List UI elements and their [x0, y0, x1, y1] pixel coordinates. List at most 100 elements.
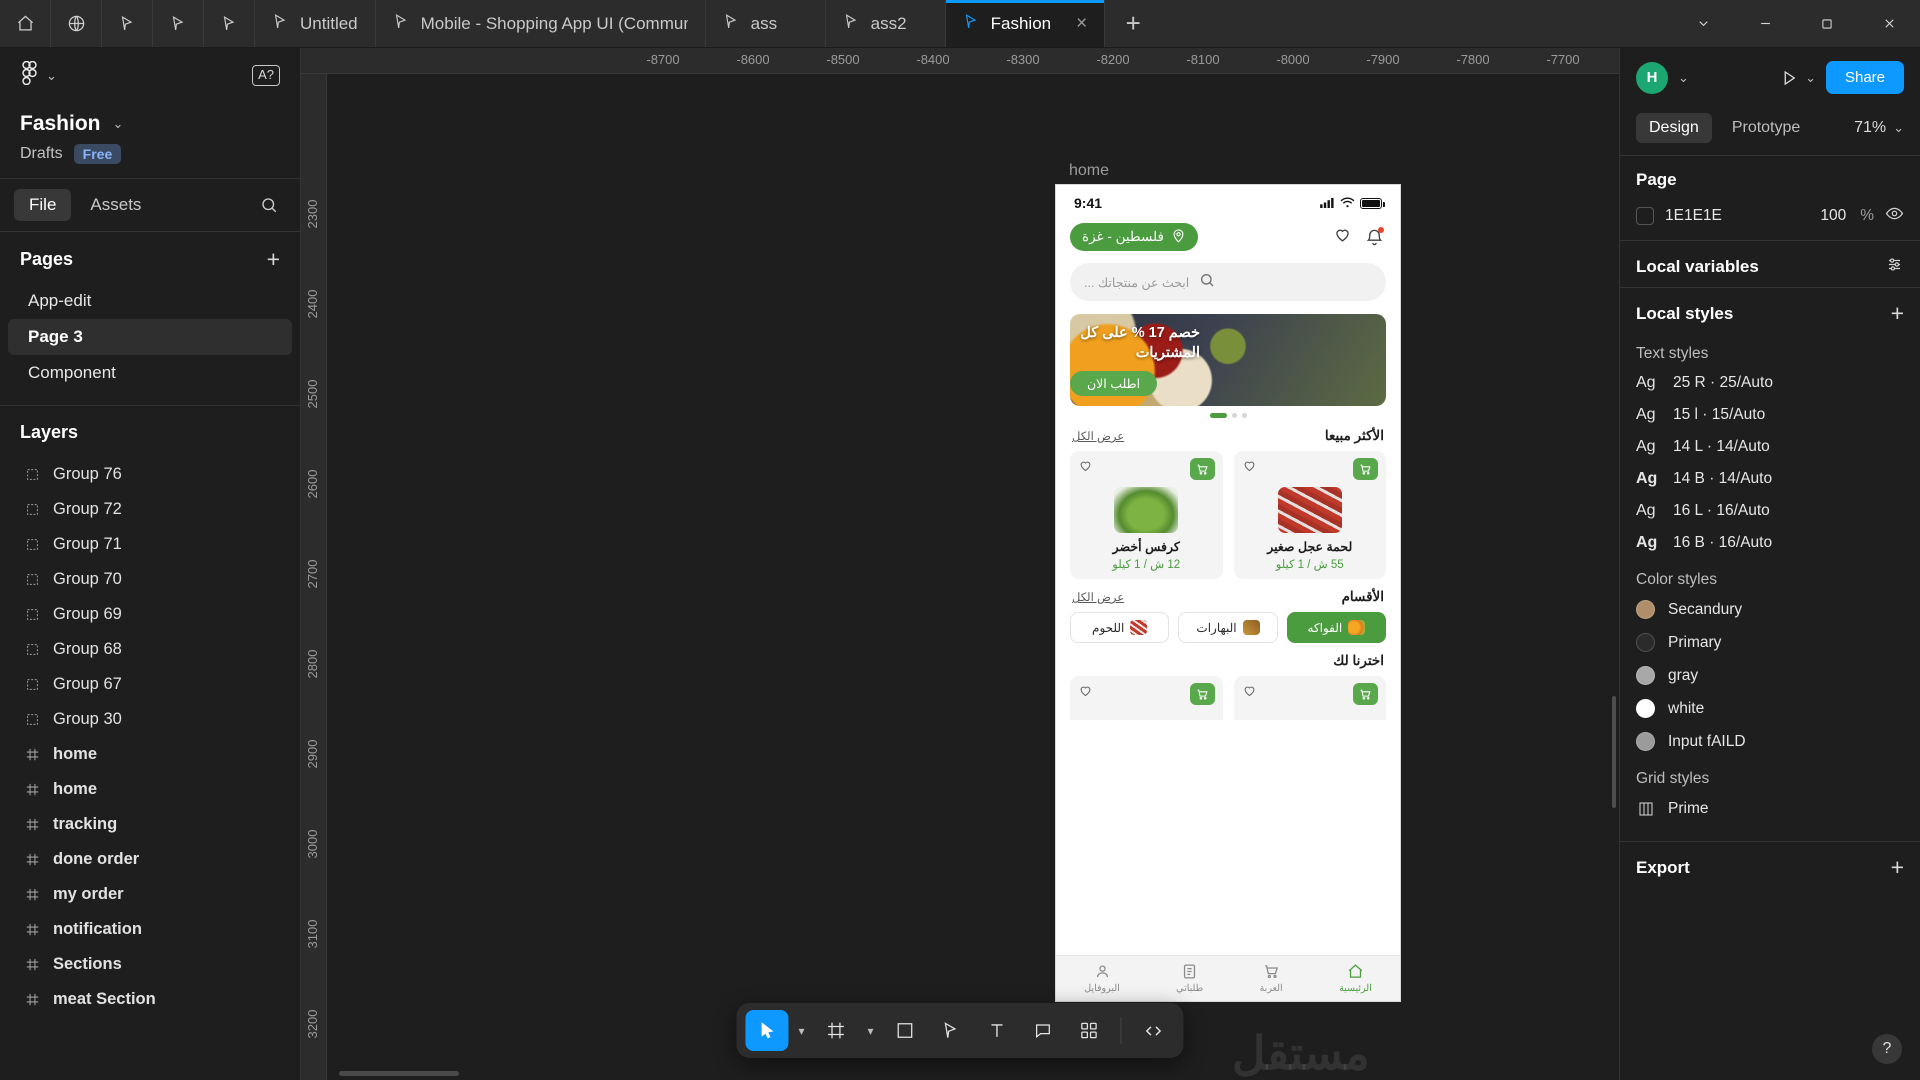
- text-style-item[interactable]: Ag 15 l · 15/Auto: [1620, 399, 1920, 431]
- chevron-down-icon[interactable]: ▾: [791, 1024, 811, 1038]
- canvas-horizontal-scrollbar[interactable]: [339, 1071, 459, 1076]
- page-item-component[interactable]: Component: [8, 355, 292, 391]
- local-variables-section[interactable]: Local variables: [1620, 241, 1920, 287]
- home-icon[interactable]: [0, 0, 51, 47]
- layer-row[interactable]: Group 69: [0, 597, 300, 632]
- color-style-item[interactable]: Input fAILD: [1620, 725, 1920, 758]
- tab-prototype[interactable]: Prototype: [1719, 113, 1813, 143]
- view-all-link[interactable]: عرض الكل: [1072, 429, 1124, 443]
- tab-assets[interactable]: Assets: [75, 189, 156, 221]
- figma-file-icon[interactable]: [102, 0, 153, 47]
- figma-file-icon[interactable]: [204, 0, 255, 47]
- avatar[interactable]: H: [1636, 61, 1668, 94]
- layer-row[interactable]: home: [0, 737, 300, 772]
- add-to-cart-button[interactable]: [1189, 683, 1215, 705]
- color-swatch[interactable]: [1636, 207, 1654, 225]
- add-export-button[interactable]: +: [1891, 856, 1904, 879]
- maximize-icon[interactable]: [1796, 17, 1858, 31]
- color-style-item[interactable]: Primary: [1620, 626, 1920, 659]
- order-now-button[interactable]: اطلب الان: [1070, 370, 1158, 396]
- tab-fashion[interactable]: Fashion ×: [945, 0, 1106, 47]
- color-style-item[interactable]: Secandury: [1620, 593, 1920, 626]
- page-color-hex[interactable]: 1E1E1E: [1665, 207, 1809, 225]
- color-style-item[interactable]: gray: [1620, 659, 1920, 692]
- view-all-link[interactable]: عرض الكل: [1072, 590, 1124, 604]
- minimize-icon[interactable]: [1734, 16, 1796, 31]
- search-icon[interactable]: [260, 196, 286, 214]
- heart-icon[interactable]: [1333, 225, 1352, 249]
- figma-logo-menu[interactable]: ⌄: [20, 60, 57, 90]
- product-card[interactable]: لحمة عجل صغير 55 ش / 1 كيلو: [1233, 451, 1386, 579]
- favorite-icon[interactable]: [1242, 458, 1257, 480]
- add-to-cart-button[interactable]: [1353, 683, 1378, 705]
- carousel-dot[interactable]: [1231, 413, 1237, 418]
- layer-row[interactable]: meat Section: [0, 982, 300, 1017]
- frame-name-label[interactable]: home: [1069, 162, 1109, 180]
- layer-row[interactable]: done order: [0, 842, 300, 877]
- zoom-control[interactable]: 71% ⌄: [1854, 119, 1904, 137]
- tab-ass[interactable]: ass: [706, 0, 826, 47]
- text-style-item[interactable]: Ag 14 L · 14/Auto: [1620, 431, 1920, 463]
- favorite-icon[interactable]: [1242, 683, 1257, 705]
- figma-file-icon[interactable]: [153, 0, 204, 47]
- search-input[interactable]: ابحث عن منتجاتك ...: [1070, 263, 1386, 301]
- page-item-page-3[interactable]: Page 3: [8, 319, 292, 355]
- carousel-dot[interactable]: [1241, 413, 1247, 418]
- bottom-nav-cart[interactable]: العربة: [1260, 963, 1283, 994]
- variables-icon[interactable]: [1885, 255, 1904, 279]
- category-chip-fruits[interactable]: الفواكه: [1286, 612, 1386, 643]
- text-tool[interactable]: [976, 1010, 1019, 1051]
- category-chip-meat[interactable]: اللحوم: [1070, 612, 1170, 643]
- bottom-nav-orders[interactable]: طلباتي: [1176, 963, 1203, 994]
- chevron-down-icon[interactable]: ▾: [861, 1024, 881, 1038]
- carousel-dot-active[interactable]: [1209, 413, 1227, 418]
- layer-row[interactable]: Group 71: [0, 527, 300, 562]
- phone-frame-home[interactable]: 9:41 فلسطين - غزة ابحث عن منتجاتك ... خص…: [1055, 184, 1401, 1002]
- color-style-item[interactable]: white: [1620, 692, 1920, 725]
- close-icon[interactable]: ×: [1076, 14, 1087, 33]
- text-style-item[interactable]: Ag 25 R · 25/Auto: [1620, 367, 1920, 399]
- help-button[interactable]: ?: [1872, 1034, 1902, 1064]
- grid-style-item[interactable]: Prime: [1620, 792, 1920, 825]
- layer-row[interactable]: Group 72: [0, 492, 300, 527]
- chevron-down-icon[interactable]: ⌄: [113, 116, 124, 132]
- close-icon[interactable]: [1858, 16, 1920, 31]
- layer-row[interactable]: notification: [0, 912, 300, 947]
- layer-row[interactable]: Group 67: [0, 667, 300, 702]
- chevron-down-icon[interactable]: [1672, 16, 1734, 31]
- pen-tool[interactable]: [930, 1010, 973, 1051]
- promo-banner[interactable]: خصم 17 % على كل المشتريات اطلب الان: [1070, 314, 1386, 406]
- az-badge[interactable]: A?: [252, 65, 280, 86]
- product-card[interactable]: [1233, 676, 1386, 720]
- tab-file[interactable]: File: [14, 189, 72, 221]
- tab-untitled[interactable]: Untitled: [255, 0, 376, 47]
- bottom-nav-profile[interactable]: البروفايل: [1084, 963, 1120, 994]
- layer-row[interactable]: Sections: [0, 947, 300, 982]
- add-to-cart-button[interactable]: [1353, 458, 1378, 480]
- text-style-item[interactable]: Ag 16 L · 16/Auto: [1620, 495, 1920, 527]
- category-chip-spices[interactable]: البهارات: [1178, 612, 1278, 643]
- bell-icon[interactable]: [1365, 226, 1384, 247]
- new-tab-button[interactable]: +: [1105, 0, 1161, 47]
- canvas-viewport[interactable]: home 9:41 فلسطين - غزة ابحث عن منتجاتك .…: [327, 74, 1619, 1080]
- comment-tool[interactable]: [1022, 1010, 1065, 1051]
- share-button[interactable]: Share: [1825, 61, 1904, 94]
- bottom-nav-home[interactable]: الرئيسية: [1339, 963, 1372, 994]
- layers-list[interactable]: Group 76 Group 72 Group 71 Group 70 Grou…: [0, 453, 300, 1080]
- present-button[interactable]: ⌄: [1780, 69, 1816, 87]
- add-to-cart-button[interactable]: [1189, 458, 1215, 480]
- components-tool[interactable]: [1068, 1010, 1111, 1051]
- globe-icon[interactable]: [51, 0, 102, 47]
- shape-tool[interactable]: [884, 1010, 927, 1051]
- add-page-button[interactable]: +: [267, 248, 280, 271]
- tab-ass2[interactable]: ass2: [826, 0, 946, 47]
- eye-icon[interactable]: [1885, 204, 1904, 228]
- favorite-icon[interactable]: [1078, 683, 1093, 705]
- move-tool[interactable]: [745, 1010, 789, 1051]
- favorite-icon[interactable]: [1078, 458, 1093, 480]
- layer-row[interactable]: home: [0, 772, 300, 807]
- add-style-button[interactable]: +: [1891, 302, 1904, 325]
- chevron-down-icon[interactable]: ⌄: [1678, 70, 1689, 86]
- layer-row[interactable]: tracking: [0, 807, 300, 842]
- layer-row[interactable]: Group 70: [0, 562, 300, 597]
